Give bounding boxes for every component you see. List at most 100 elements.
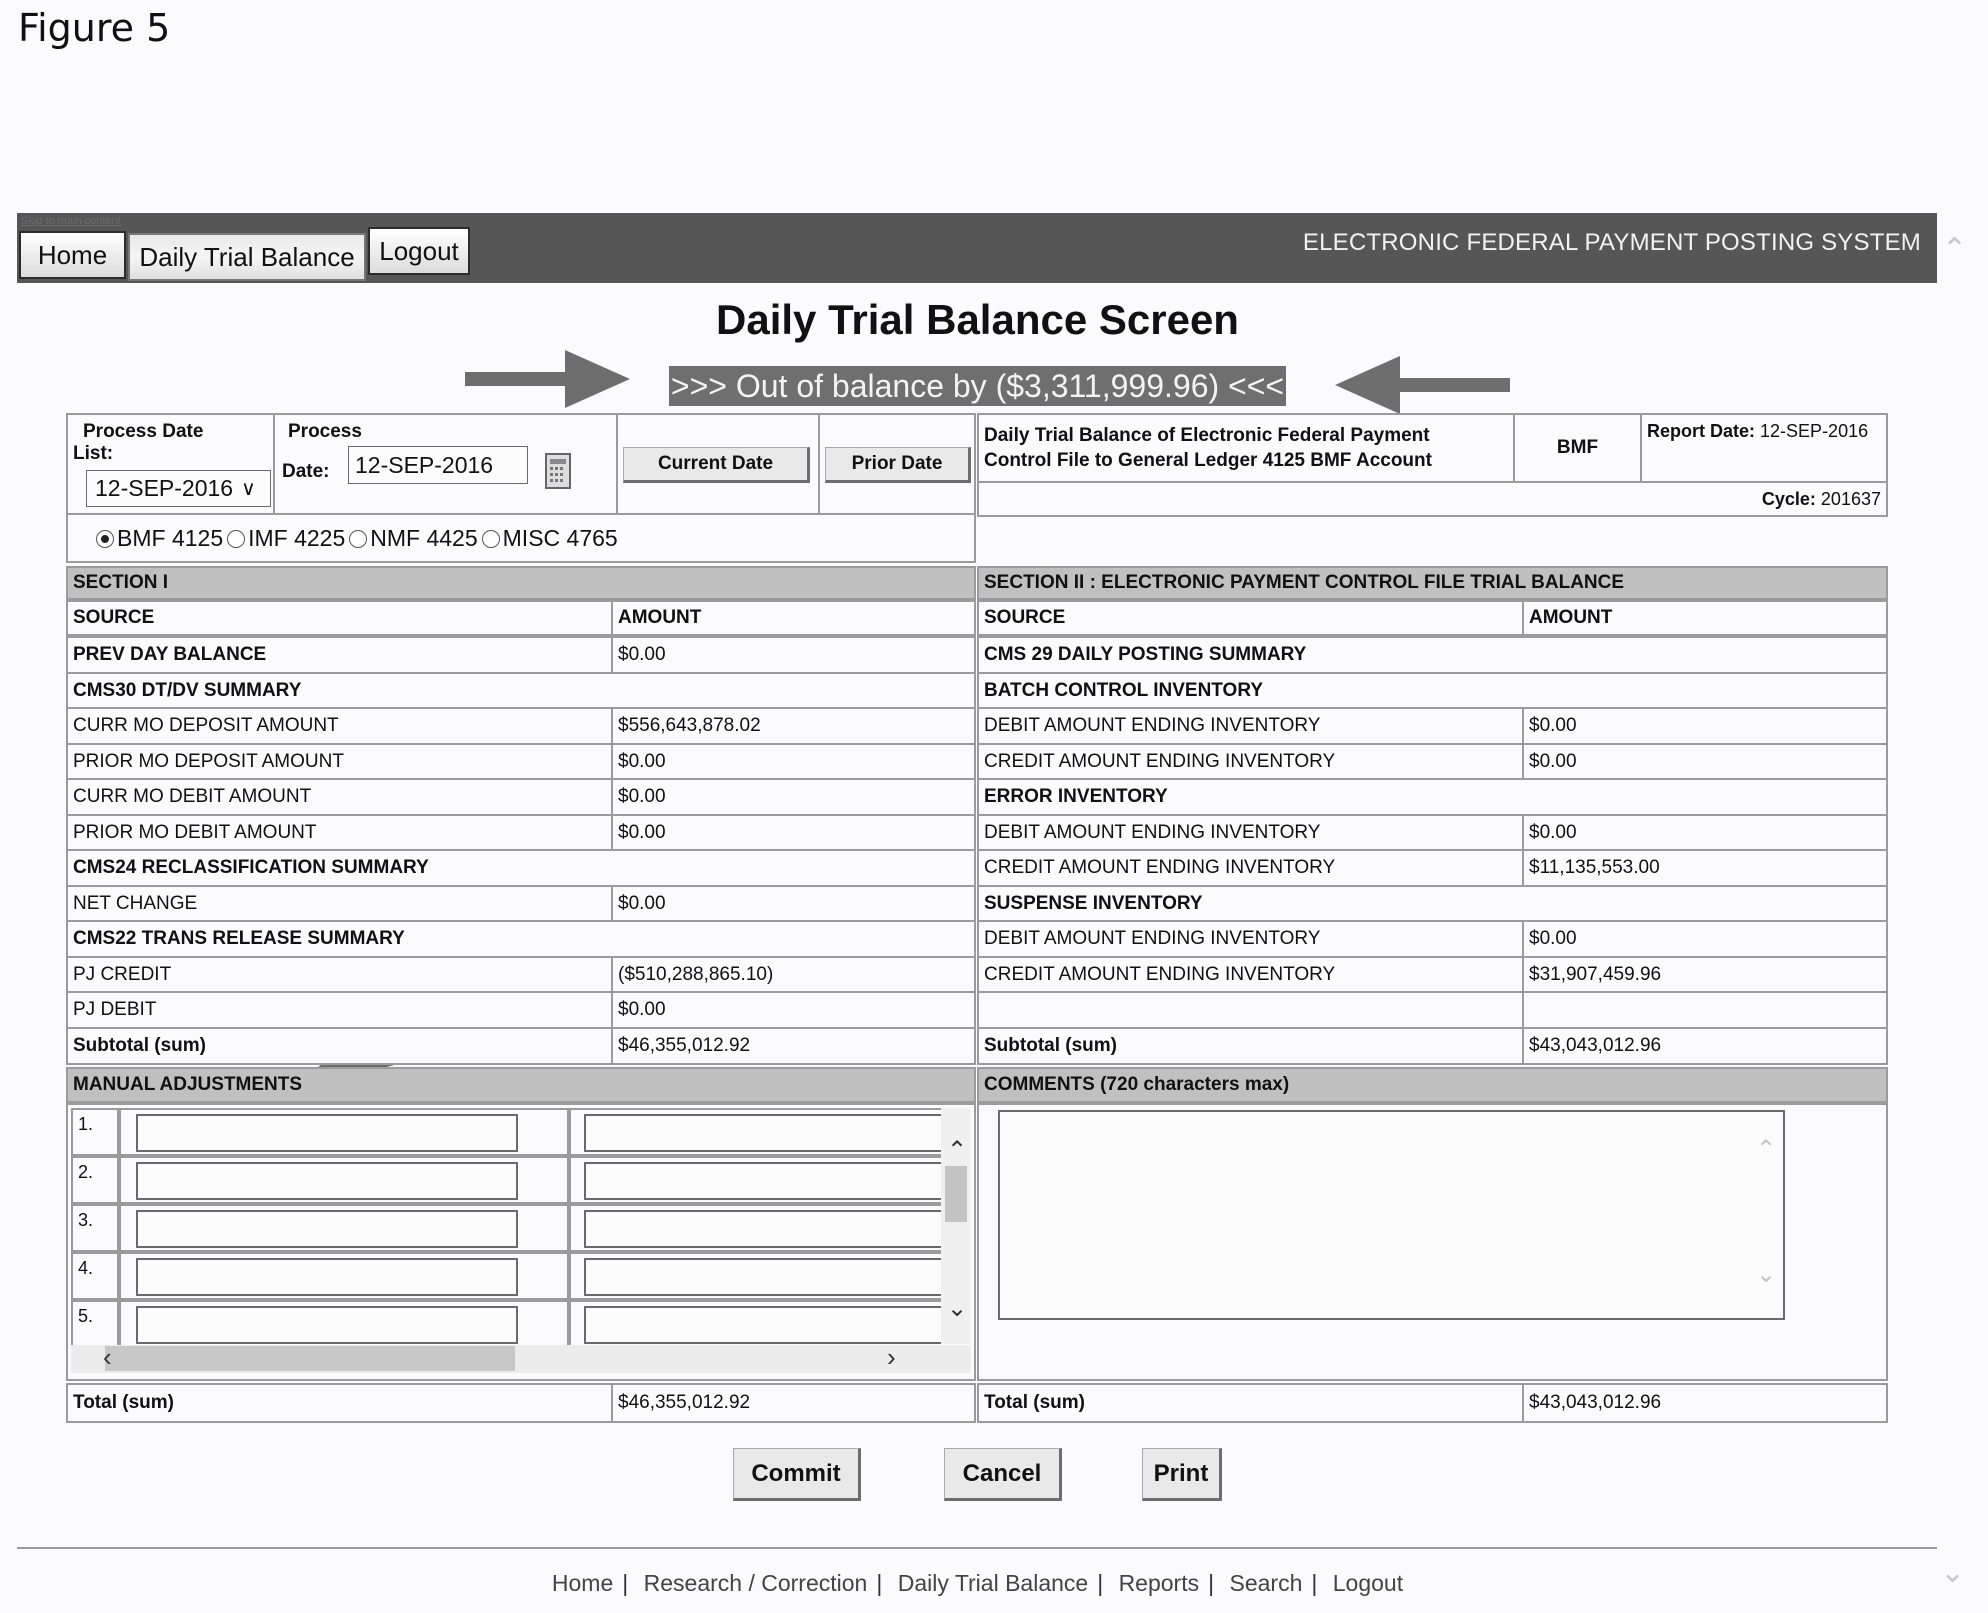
system-title: ELECTRONIC FEDERAL PAYMENT POSTING SYSTE… xyxy=(1302,229,1921,256)
adjustments-vertical-scrollbar[interactable]: ⌃ ⌄ xyxy=(941,1108,971,1344)
tab-logout[interactable]: Logout xyxy=(368,227,470,275)
table-row-amount: $556,643,878.02 xyxy=(611,707,976,745)
table-row-source: PRIOR MO DEBIT AMOUNT xyxy=(66,814,613,852)
adjustments-horizontal-scrollbar[interactable]: ‹ › xyxy=(71,1342,971,1373)
radio-button-icon xyxy=(481,529,500,548)
adjustment-amount-input[interactable] xyxy=(584,1306,941,1344)
comments-textarea[interactable] xyxy=(998,1110,1785,1320)
cycle: Cycle: 201637 xyxy=(977,481,1888,517)
table-row-source: DEBIT AMOUNT ENDING INVENTORY xyxy=(977,707,1524,745)
tab-daily-trial-balance[interactable]: Daily Trial Balance xyxy=(128,233,366,281)
process-date-list-label: Process Date xyxy=(83,421,204,442)
adjustment-amount-input[interactable] xyxy=(584,1210,941,1248)
adjustment-number: 2. xyxy=(71,1156,119,1204)
scroll-up-icon[interactable]: ⌃ xyxy=(947,1136,967,1165)
left-arrow-icon xyxy=(1335,356,1510,414)
separator: | xyxy=(1208,1570,1215,1596)
adjustment-number: 3. xyxy=(71,1204,119,1252)
process-date-input[interactable]: 12-SEP-2016 xyxy=(348,446,528,484)
radio-button-icon xyxy=(349,529,368,548)
table-row-source: CURR MO DEBIT AMOUNT xyxy=(66,778,613,816)
radio-imf-4225[interactable]: IMF 4225 xyxy=(227,525,345,552)
table-row-source: SUSPENSE INVENTORY xyxy=(977,885,1888,923)
footer-link-daily-trial-balance[interactable]: Daily Trial Balance xyxy=(898,1570,1088,1596)
table-row-amount: $0.00 xyxy=(611,778,976,816)
skip-to-main-content-link[interactable]: Skip to main content xyxy=(21,215,121,227)
comments-scroll-down-icon[interactable]: ⌄ xyxy=(1756,1260,1776,1289)
radio-nmf-4425[interactable]: NMF 4425 xyxy=(349,525,478,552)
table-row-amount: $0.00 xyxy=(1522,814,1888,852)
cycle-label: Cycle: xyxy=(1761,488,1816,509)
table-row-source: CREDIT AMOUNT ENDING INVENTORY xyxy=(977,956,1524,994)
process-date-list-label-2: List: xyxy=(73,443,114,464)
right-arrow-icon xyxy=(465,350,630,408)
calendar-icon[interactable] xyxy=(544,452,574,492)
footer-link-logout[interactable]: Logout xyxy=(1333,1570,1403,1596)
scroll-down-icon[interactable]: ⌄ xyxy=(947,1294,967,1323)
commit-button[interactable]: Commit xyxy=(733,1448,861,1501)
cancel-button[interactable]: Cancel xyxy=(944,1448,1062,1501)
table-row-source xyxy=(977,991,1524,1029)
process-label: Process xyxy=(288,421,362,442)
page-title: Daily Trial Balance Screen xyxy=(716,296,1239,343)
table-row-amount: $0.00 xyxy=(611,636,976,674)
footer-link-research-correction[interactable]: Research / Correction xyxy=(644,1570,868,1596)
radio-button-icon xyxy=(227,529,246,548)
footer-link-search[interactable]: Search xyxy=(1229,1570,1302,1596)
table-row-source: NET CHANGE xyxy=(66,885,613,923)
table-row-amount: $0.00 xyxy=(611,991,976,1029)
table-row-amount: $46,355,012.92 xyxy=(611,1027,976,1065)
date-label: Date: xyxy=(282,461,330,482)
section2-header: SECTION II : ELECTRONIC PAYMENT CONTROL … xyxy=(977,566,1888,600)
separator: | xyxy=(1311,1570,1318,1596)
radio-bmf-4125[interactable]: BMF 4125 xyxy=(96,525,223,552)
separator: | xyxy=(622,1570,629,1596)
scroll-left-icon[interactable]: ‹ xyxy=(103,1342,112,1373)
footer-link-reports[interactable]: Reports xyxy=(1119,1570,1200,1596)
comments-scroll-up-icon[interactable]: ⌃ xyxy=(1756,1135,1776,1164)
scroll-right-icon[interactable]: › xyxy=(887,1342,896,1373)
table-row-amount: $0.00 xyxy=(611,814,976,852)
table-row-source: PJ CREDIT xyxy=(66,956,613,994)
radio-misc-4765[interactable]: MISC 4765 xyxy=(481,525,618,552)
footer-link-home[interactable]: Home xyxy=(552,1570,613,1596)
adjustment-description-input[interactable] xyxy=(136,1306,518,1344)
footer-nav: Home | Research / Correction | Daily Trial… xyxy=(0,1570,1955,1597)
table-row-source: PJ DEBIT xyxy=(66,991,613,1029)
out-of-balance-wrapper: >>> Out of balance by ($3,311,999.96) <<… xyxy=(0,366,1955,406)
table-row-source: CMS22 TRANS RELEASE SUMMARY xyxy=(66,920,976,958)
report-date-value: 12-SEP-2016 xyxy=(1760,421,1869,441)
table-row-amount: $0.00 xyxy=(611,885,976,923)
adjustment-description-input[interactable] xyxy=(136,1258,518,1296)
tab-home[interactable]: Home xyxy=(19,231,126,279)
adjustment-number: 5. xyxy=(71,1300,119,1348)
adjustment-description-input[interactable] xyxy=(136,1114,518,1152)
adjustment-amount-input[interactable] xyxy=(584,1162,941,1200)
report-description-line1: Daily Trial Balance of Electronic Federa… xyxy=(984,425,1430,446)
report-date-label: Report Date: xyxy=(1647,421,1756,441)
vertical-scroll-thumb[interactable] xyxy=(945,1166,967,1222)
current-date-button[interactable]: Current Date xyxy=(623,447,810,483)
horizontal-scroll-thumb[interactable] xyxy=(105,1346,515,1371)
process-date-list-value: 12-SEP-2016 xyxy=(95,475,234,501)
section1-total-label: Total (sum) xyxy=(66,1383,613,1423)
process-date-list-select[interactable]: 12-SEP-2016 ∨ xyxy=(86,470,271,507)
table-row-source: Subtotal (sum) xyxy=(977,1027,1524,1065)
adjustment-amount-input[interactable] xyxy=(584,1114,941,1152)
table-row-amount: $0.00 xyxy=(1522,920,1888,958)
adjustment-description-input[interactable] xyxy=(136,1210,518,1248)
adjustment-number: 1. xyxy=(71,1108,119,1156)
page-scroll-up-icon[interactable]: ⌃ xyxy=(1942,232,1967,267)
table-row-amount: $11,135,553.00 xyxy=(1522,849,1888,887)
adjustment-description-input[interactable] xyxy=(136,1162,518,1200)
manual-adjustments-header: MANUAL ADJUSTMENTS xyxy=(66,1067,976,1103)
prior-date-button[interactable]: Prior Date xyxy=(825,447,971,483)
process-date-value: 12-SEP-2016 xyxy=(355,451,494,478)
print-button[interactable]: Print xyxy=(1142,1448,1222,1501)
adjustment-amount-input[interactable] xyxy=(584,1258,941,1296)
report-description: Daily Trial Balance of Electronic Federa… xyxy=(977,413,1515,483)
report-date: Report Date: 12-SEP-2016 xyxy=(1640,413,1888,483)
section2-col-source: SOURCE xyxy=(977,600,1524,636)
table-row-source: PREV DAY BALANCE xyxy=(66,636,613,674)
table-row-amount: $31,907,459.96 xyxy=(1522,956,1888,994)
